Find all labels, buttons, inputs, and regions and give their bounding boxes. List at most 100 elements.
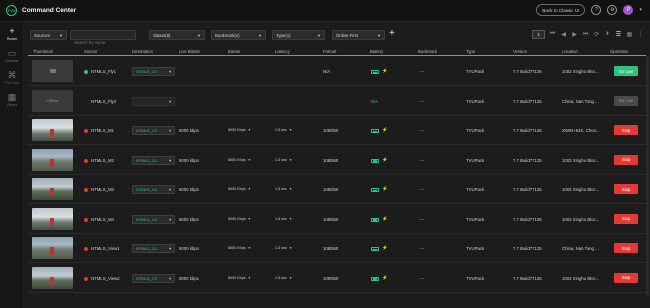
video-thumbnail[interactable]: [32, 207, 73, 230]
stop-button[interactable]: Stop: [614, 213, 638, 224]
grid-view-icon[interactable]: ▦: [626, 31, 633, 38]
column-header-version: Version: [513, 49, 527, 54]
table-row[interactable]: NTMLS_M3 NTMLS_1O ▼ 8000 kbps 8000 Kbps ▼ 1.5 …: [28, 175, 646, 204]
prev-page-icon[interactable]: ◀: [560, 31, 567, 38]
source-name[interactable]: NTMLS_Fly1: [91, 69, 116, 74]
bookmark-value[interactable]: ---: [419, 69, 425, 74]
first-page-icon[interactable]: ⏮: [549, 31, 556, 38]
bitrate-select[interactable]: 8000 Kbps ▼: [228, 185, 251, 193]
version-value: 7.7 Build77135: [513, 216, 542, 222]
latency-select[interactable]: 1.5 sec ▼: [275, 126, 292, 134]
stop-button[interactable]: Stop: [614, 125, 638, 135]
latency-select[interactable]: 1.5 sec ▼: [275, 156, 292, 164]
last-page-icon[interactable]: ⏭: [582, 31, 589, 38]
video-thumbnail[interactable]: [32, 237, 73, 259]
chevron-down-icon: ▼: [247, 275, 252, 280]
table-row[interactable]: NTMLS_M4 NTMLS_1O ▼ 8000 kbps 8000 Kbps ▼ 1.5 …: [28, 205, 646, 234]
source-name[interactable]: NTMLS_Fly2: [91, 99, 116, 104]
battery-icon: [371, 247, 379, 251]
stop-button[interactable]: Stop: [614, 243, 638, 253]
thumbnail-placeholder[interactable]: [32, 60, 73, 82]
stop-button[interactable]: Stop: [614, 154, 638, 165]
user-avatar[interactable]: P: [623, 5, 634, 15]
sidebar-item-router[interactable]: + Router: [0, 26, 24, 41]
settings-icon[interactable]: ⚙: [607, 5, 618, 15]
bitrate-value: 8000 Kbps: [228, 128, 246, 132]
table-row[interactable]: NTMLS_M1 NTMLS_1O ▼ 8000 kbps 8000 Kbps ▼ 1.5 …: [28, 116, 646, 145]
bookmark-value[interactable]: ---: [419, 187, 425, 192]
latency-value: 1.5 sec: [275, 157, 287, 162]
video-thumbnail[interactable]: [32, 119, 73, 141]
table-row[interactable]: NTMLS_View1 NTMLS_1O ▼ 8000 kbps 8000 Kbps ▼ 1…: [28, 234, 646, 263]
go-live-button[interactable]: Go Live: [614, 66, 638, 76]
video-thumbnail[interactable]: [32, 148, 73, 171]
stop-button[interactable]: Stop: [614, 272, 638, 283]
bookmark-value[interactable]: ---: [419, 246, 425, 251]
bitrate-select[interactable]: 8000 Kbps ▼: [228, 126, 251, 134]
search-input[interactable]: [71, 38, 135, 47]
bookmark-value[interactable]: ---: [419, 217, 425, 222]
version-value: 7.7 Build77135: [513, 157, 542, 163]
sidebar-item-others[interactable]: ▦ Others: [0, 92, 24, 107]
charging-icon: ⚡: [382, 274, 388, 280]
table-row[interactable]: Offline NTMLS_Fly2 ▼ N/A --- TVUPack 7.7 Build…: [28, 87, 646, 116]
bookmark-value[interactable]: ---: [419, 128, 425, 133]
next-page-icon[interactable]: ▶: [571, 31, 578, 38]
sidebar-item-tvu-grid[interactable]: ⌘ TVU Grid: [0, 70, 24, 85]
page-number-input[interactable]: 1: [532, 30, 545, 39]
table-row[interactable]: NTMLS_View2 NTMLS_1O ▼ 8000 kbps 8000 Kbps ▼ 1…: [28, 264, 646, 293]
latency-select[interactable]: 1.5 sec ▼: [275, 274, 292, 282]
add-icon[interactable]: +: [389, 28, 395, 40]
destination-select[interactable]: NTMLS_1O ▼: [132, 185, 175, 194]
latency-select[interactable]: 1.5 sec ▼: [275, 244, 292, 252]
help-icon[interactable]: ?: [591, 5, 602, 15]
bitrate-select[interactable]: 8000 Kbps ▼: [228, 244, 251, 252]
latency-select[interactable]: 1.5 sec ▼: [275, 185, 292, 193]
table-row[interactable]: NTMLS_Fly1 NTMLS_1O ▼ N/A ⚡ --- TVUPack 7.7 Bui…: [28, 57, 646, 86]
bookmark-value[interactable]: ---: [419, 99, 425, 104]
chevron-down-icon: ▼: [317, 33, 321, 38]
sidebar-item-receiver[interactable]: ▭ Receiver: [0, 48, 24, 63]
status-filter-select[interactable]: Status(8) ▼: [149, 30, 205, 40]
video-thumbnail[interactable]: [32, 178, 73, 200]
thumbnail-offline[interactable]: Offline: [32, 89, 73, 112]
video-thumbnail[interactable]: [32, 266, 73, 289]
destination-select[interactable]: NTMLS_1O ▼: [132, 126, 175, 135]
source-name[interactable]: NTMLS_View1: [91, 246, 120, 251]
chevron-down-icon: ▼: [247, 157, 252, 162]
more-options-icon[interactable]: ⋮: [637, 31, 644, 38]
bookmark-value[interactable]: ---: [419, 158, 425, 163]
user-menu-caret-icon[interactable]: ▾: [639, 7, 642, 13]
latency-select[interactable]: 1.5 sec ▼: [275, 215, 292, 223]
bitrate-select[interactable]: 8000 Kbps ▼: [228, 156, 251, 164]
play-icon[interactable]: ⏵: [604, 31, 611, 38]
source-name[interactable]: NTMLS_M1: [91, 128, 114, 133]
refresh-icon[interactable]: ⟳: [593, 31, 600, 38]
go-live-button[interactable]: Go Live: [614, 95, 638, 106]
destination-select[interactable]: NTMLS_1O ▼: [132, 214, 175, 224]
sort-select-label: Online First: [336, 32, 358, 38]
type-filter-select[interactable]: Type(1) ▼: [272, 30, 325, 40]
source-name[interactable]: NTMLS_M3: [91, 187, 114, 192]
stop-button[interactable]: Stop: [614, 184, 638, 194]
destination-select[interactable]: NTMLS_1O ▼: [132, 244, 175, 253]
sort-select[interactable]: Online First ▼: [332, 30, 385, 40]
back-to-classic-ui-button[interactable]: Back to Classic UI: [536, 4, 586, 16]
vertical-scrollbar[interactable]: [646, 56, 649, 296]
sources-select[interactable]: Sources ▼: [30, 30, 67, 40]
source-name[interactable]: NTMLS_View2: [91, 276, 120, 281]
destination-select[interactable]: NTMLS_1O ▼: [132, 273, 175, 283]
destination-value: NTMLS_1O: [136, 216, 158, 222]
list-view-icon[interactable]: ☰: [615, 31, 622, 38]
destination-select[interactable]: ▼: [132, 96, 175, 106]
table-row[interactable]: NTMLS_M2 NTMLS_1O ▼ 8000 kbps 8000 Kbps ▼ 1.5 …: [28, 146, 646, 175]
bitrate-select[interactable]: 8000 Kbps ▼: [228, 215, 251, 223]
bitrate-select[interactable]: 8000 Kbps ▼: [228, 274, 251, 282]
source-name[interactable]: NTMLS_M2: [91, 158, 114, 163]
bookmark-value[interactable]: ---: [419, 276, 425, 281]
charging-icon: ⚡: [382, 245, 388, 250]
destination-select[interactable]: NTMLS_1O ▼: [132, 67, 175, 76]
source-name[interactable]: NTMLS_M4: [91, 217, 114, 222]
destination-select[interactable]: NTMLS_1O ▼: [132, 155, 175, 165]
bookmark-filter-select[interactable]: Bookmark(1) ▼: [211, 30, 266, 40]
